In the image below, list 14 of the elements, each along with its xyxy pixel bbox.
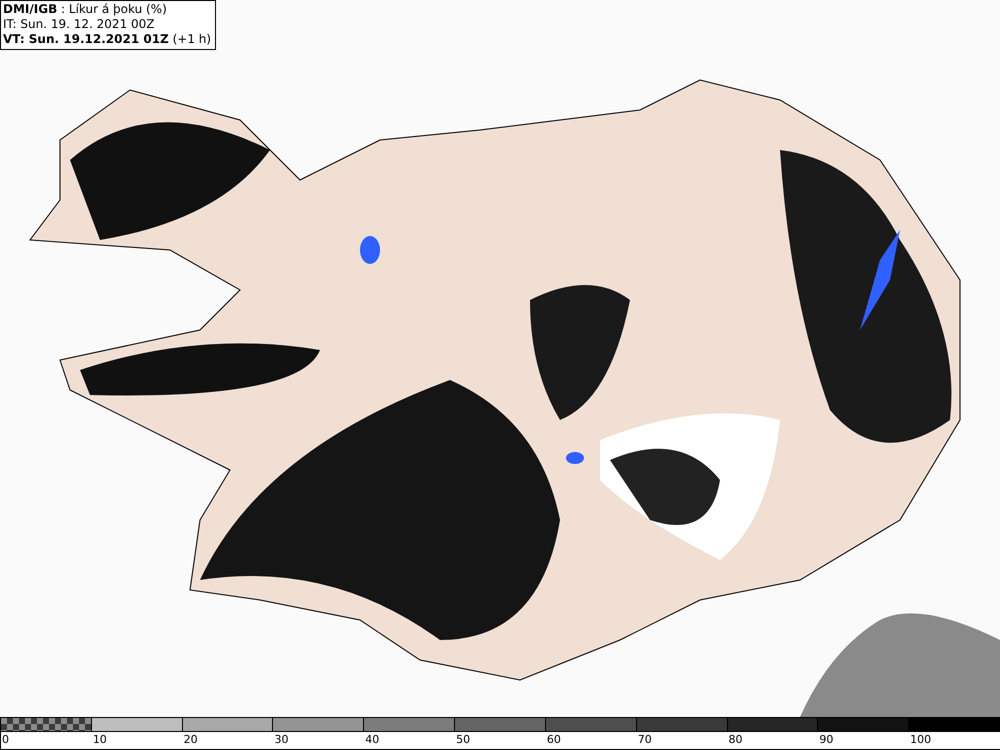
legend-tick-label: 40 xyxy=(364,732,380,748)
forecast-title: DMI/IGB : Líkur á þoku (%) xyxy=(3,2,168,17)
legend-tick-label: 50 xyxy=(455,732,470,748)
legend-tick-label: 100 xyxy=(909,732,932,748)
legend-tick-label: 70 xyxy=(636,732,652,748)
legend-tick-label: 60 xyxy=(546,732,561,748)
valid-time: VT: Sun. 19.12.2021 01Z (+1 h) xyxy=(3,32,212,47)
legend-tick-label: 30 xyxy=(273,732,288,748)
legend-tick-label: 0 xyxy=(1,732,9,748)
legend-tick-label: 90 xyxy=(818,732,834,748)
legend-tick-label: 80 xyxy=(728,732,743,748)
legend-tick-label: 20 xyxy=(182,732,198,748)
legend-tick-label: 10 xyxy=(92,732,107,748)
issue-time: IT: Sun. 19. 12. 2021 00Z xyxy=(3,17,156,32)
